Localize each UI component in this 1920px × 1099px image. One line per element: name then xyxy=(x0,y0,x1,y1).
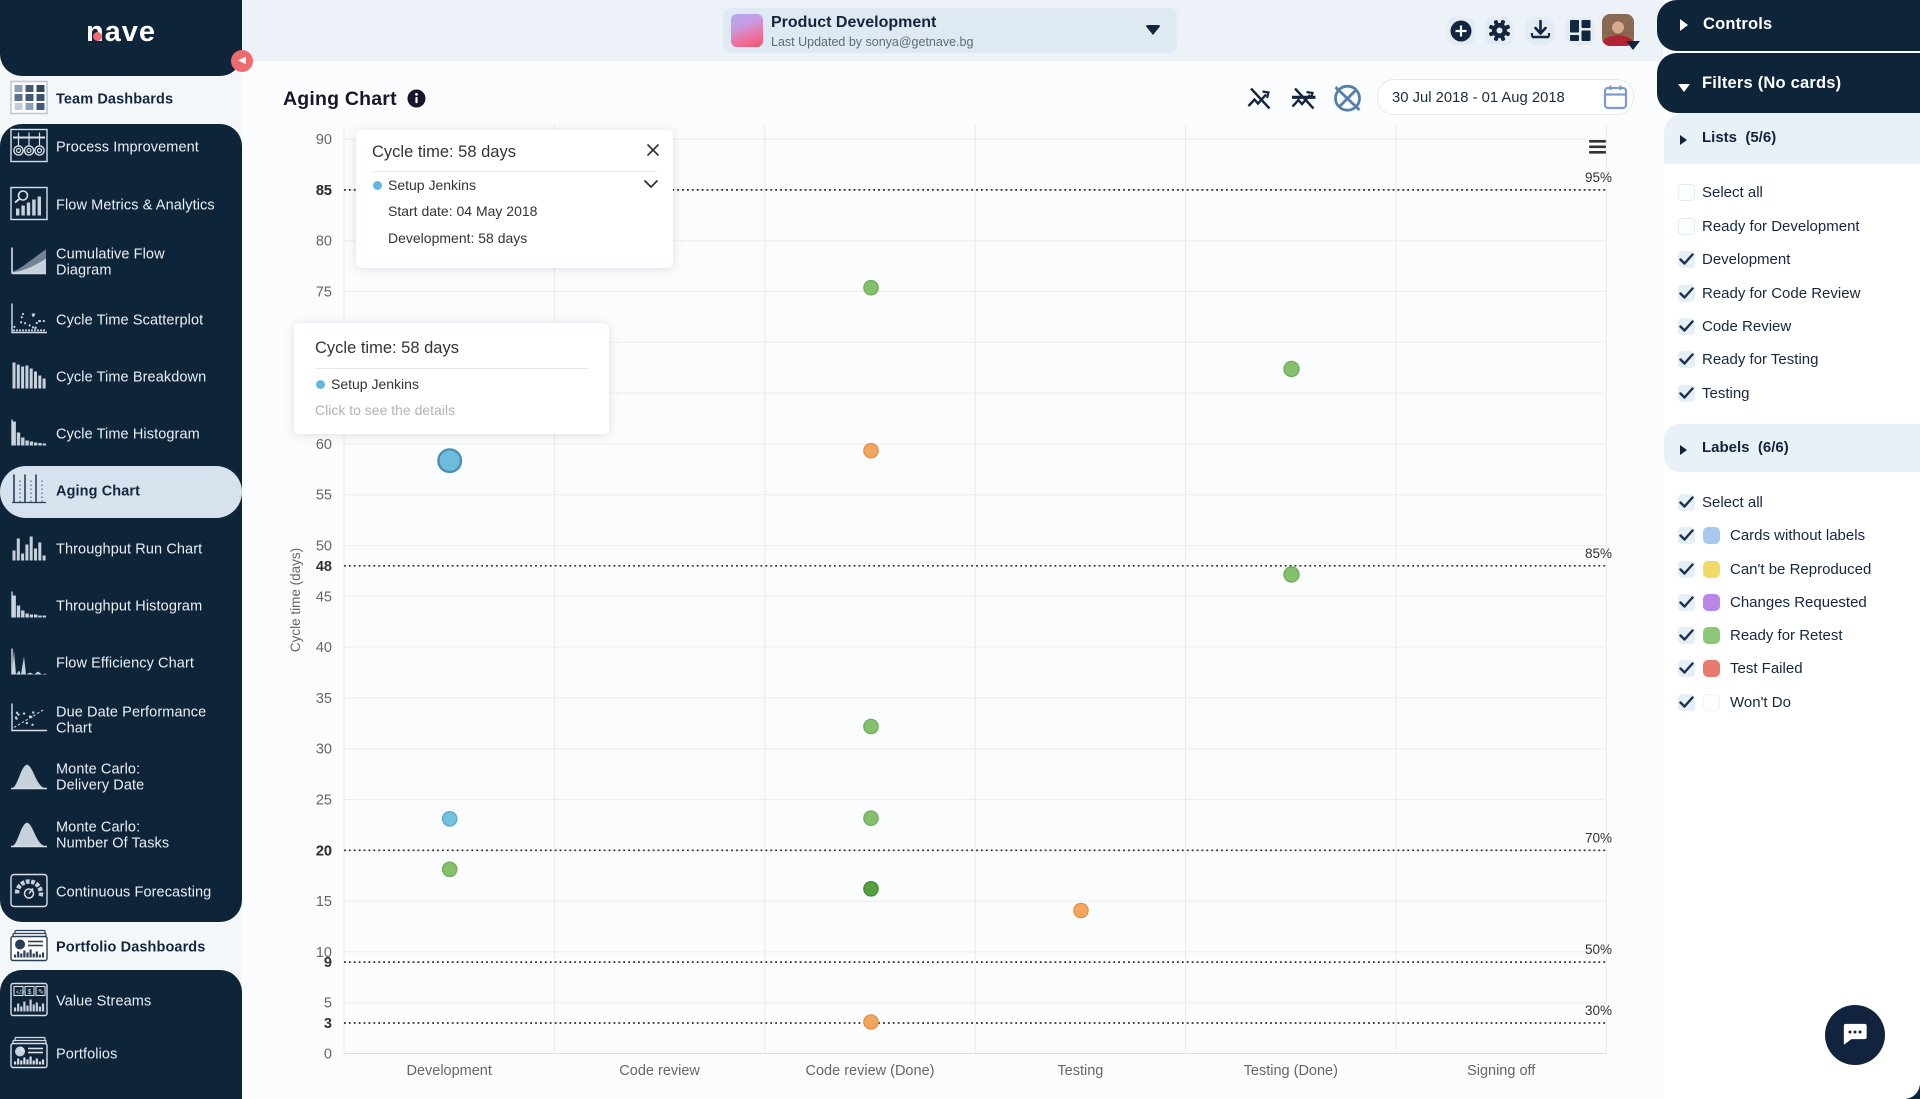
svg-text:30%: 30% xyxy=(1585,1003,1612,1018)
svg-text:25: 25 xyxy=(316,793,332,809)
svg-text:55: 55 xyxy=(316,488,332,504)
svg-text:Cycle time (days): Cycle time (days) xyxy=(288,548,303,652)
svg-text:75: 75 xyxy=(316,285,332,301)
svg-text:50%: 50% xyxy=(1585,942,1612,957)
svg-text:5: 5 xyxy=(324,996,332,1012)
svg-text:✎: ✎ xyxy=(38,989,44,996)
svg-text:Code review: Code review xyxy=(619,1063,700,1079)
svg-text:70%: 70% xyxy=(1585,830,1612,845)
svg-text:35: 35 xyxy=(316,691,332,707)
svg-text:Testing (Done): Testing (Done) xyxy=(1244,1063,1338,1079)
svg-text:60: 60 xyxy=(316,437,332,453)
svg-text:48: 48 xyxy=(316,559,332,575)
svg-text:3: 3 xyxy=(324,1016,332,1032)
svg-text:15: 15 xyxy=(316,894,332,910)
svg-text:$: $ xyxy=(28,989,32,996)
svg-text:85%: 85% xyxy=(1585,546,1612,561)
svg-text:Signing off: Signing off xyxy=(1467,1063,1536,1079)
svg-text:90: 90 xyxy=(316,132,332,148)
svg-text:Development: Development xyxy=(406,1063,491,1079)
svg-text:Testing: Testing xyxy=(1057,1063,1103,1079)
svg-text:45: 45 xyxy=(316,589,332,605)
svg-text:Code review (Done): Code review (Done) xyxy=(806,1063,935,1079)
svg-text:95%: 95% xyxy=(1585,170,1612,185)
svg-text:</>: </> xyxy=(16,990,25,996)
svg-text:30: 30 xyxy=(316,742,332,758)
svg-text:85: 85 xyxy=(316,183,332,199)
svg-text:80: 80 xyxy=(316,234,332,250)
svg-text:20: 20 xyxy=(316,843,332,859)
svg-text:50: 50 xyxy=(316,539,332,555)
svg-text:9: 9 xyxy=(324,955,332,971)
svg-text:40: 40 xyxy=(316,640,332,656)
svg-text:0: 0 xyxy=(324,1047,332,1063)
